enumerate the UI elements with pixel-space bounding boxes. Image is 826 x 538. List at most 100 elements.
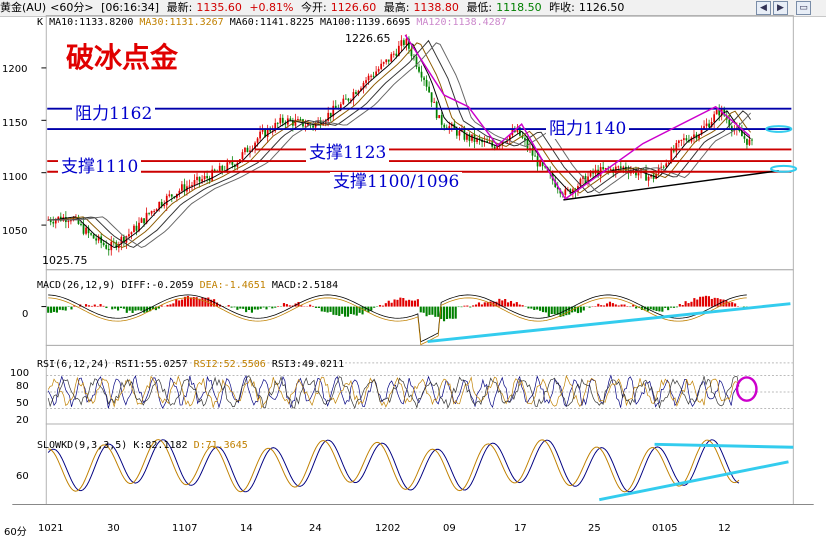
candle-body xyxy=(662,166,665,168)
candle-body xyxy=(433,101,436,103)
candle-body xyxy=(743,136,746,139)
candle-body xyxy=(382,62,385,64)
candle-body xyxy=(435,101,438,119)
candle-body xyxy=(206,176,208,179)
candle-body xyxy=(617,166,620,168)
rsi-y-label: 20 xyxy=(16,415,29,426)
x-axis-label: 1107 xyxy=(172,523,198,534)
candle-body xyxy=(430,92,433,103)
candle-body xyxy=(377,68,380,72)
candle-body xyxy=(564,189,567,195)
candle-body xyxy=(380,63,383,69)
candle-body xyxy=(526,140,529,149)
resistance-1140-label: 阻力1140 xyxy=(546,119,630,139)
candle-body xyxy=(365,80,367,83)
ma30-value: MA30:1131.3267 xyxy=(139,17,224,28)
candle-body xyxy=(90,233,92,235)
candle-body xyxy=(400,40,403,46)
candle-body xyxy=(231,161,234,165)
candle-body xyxy=(647,176,650,181)
candle-body xyxy=(281,117,284,123)
candle-body xyxy=(297,119,299,120)
rsi2-value: RSI2:52.5506 xyxy=(193,359,266,370)
candle-body xyxy=(715,110,718,115)
rsi-legend: RSI(6,12,24) RSI1:55.0257 RSI2:52.5506 R… xyxy=(37,359,344,370)
kd-legend: SLOWKD(9,3,3,5) K:82.1182 D:71.3645 xyxy=(37,440,248,451)
candle-body xyxy=(221,165,224,171)
candle-body xyxy=(534,155,536,157)
candle-body xyxy=(677,140,680,143)
dea-value: DEA:-1.4651 xyxy=(199,280,266,291)
candle-body xyxy=(70,220,72,222)
candle-body xyxy=(82,224,85,234)
candle-body xyxy=(165,195,168,206)
candle-body xyxy=(458,130,461,136)
candle-body xyxy=(708,123,710,128)
rsi-y-label: 50 xyxy=(16,398,29,409)
y-label: 1050 xyxy=(2,226,28,237)
candle-body xyxy=(80,223,82,225)
candle-body xyxy=(367,75,370,81)
candle-body xyxy=(107,248,110,251)
candle-body xyxy=(440,115,443,125)
candle-body xyxy=(181,184,183,191)
x-axis-label: 1021 xyxy=(38,523,64,534)
candle-body xyxy=(188,185,191,187)
candle-body xyxy=(622,166,625,168)
candle-body xyxy=(201,179,203,182)
x-axis-label: 24 xyxy=(309,523,322,534)
candle-body xyxy=(751,139,753,141)
candle-body xyxy=(150,210,153,214)
panel-frame xyxy=(45,423,794,505)
candle-body xyxy=(85,227,87,234)
x-axis-label: 25 xyxy=(588,523,601,534)
period-axis-label[interactable]: 60分 xyxy=(4,523,27,538)
candle-body xyxy=(256,138,259,143)
candle-body xyxy=(680,139,683,141)
candle-body xyxy=(135,225,138,231)
candle-body xyxy=(52,222,55,224)
x-axis-label: 0105 xyxy=(652,523,678,534)
y-label: 1150 xyxy=(2,118,28,129)
rsi-y-label: 100 xyxy=(10,368,30,379)
candle-body xyxy=(193,180,196,186)
candle-body xyxy=(67,220,70,223)
candle-body xyxy=(385,59,388,63)
candle-body xyxy=(128,234,130,237)
k-value: K:82.1182 xyxy=(133,440,188,451)
x-axis-label: 17 xyxy=(514,523,527,534)
candle-body xyxy=(463,130,466,140)
candle-body xyxy=(203,176,206,180)
candle-body xyxy=(259,131,261,139)
ma-legend: K MA10:1133.8200 MA30:1131.3267 MA60:114… xyxy=(37,17,507,28)
panel-frame xyxy=(45,344,794,425)
candle-body xyxy=(304,125,307,127)
x-axis-label: 1202 xyxy=(375,523,401,534)
candle-body xyxy=(390,54,393,62)
candle-body xyxy=(143,218,145,224)
candle-body xyxy=(299,119,302,120)
x-axis-label: 12 xyxy=(718,523,731,534)
candle-body xyxy=(170,194,173,197)
candle-body xyxy=(148,212,150,214)
candle-body xyxy=(660,166,663,168)
candle-body xyxy=(425,79,428,87)
x-axis-label: 14 xyxy=(240,523,253,534)
candle-body xyxy=(443,124,446,128)
candle-body xyxy=(329,112,332,117)
candle-body xyxy=(746,138,748,145)
macd-value: MACD:2.5184 xyxy=(271,280,339,291)
candle-body xyxy=(344,98,347,100)
candle-body xyxy=(428,86,430,93)
kd-y-label: 60 xyxy=(16,471,29,482)
ma10-value: MA10:1133.8200 xyxy=(49,17,134,28)
candle-body xyxy=(92,234,95,239)
candle-body xyxy=(294,119,297,126)
target-ellipse xyxy=(770,164,798,173)
candle-body xyxy=(637,173,640,176)
candle-body xyxy=(105,245,108,249)
kd-params: SLOWKD(9,3,3,5) xyxy=(37,440,128,451)
x-axis-label: 09 xyxy=(443,523,456,534)
candle-body xyxy=(168,194,171,196)
rsi-y-label: 80 xyxy=(16,381,29,392)
